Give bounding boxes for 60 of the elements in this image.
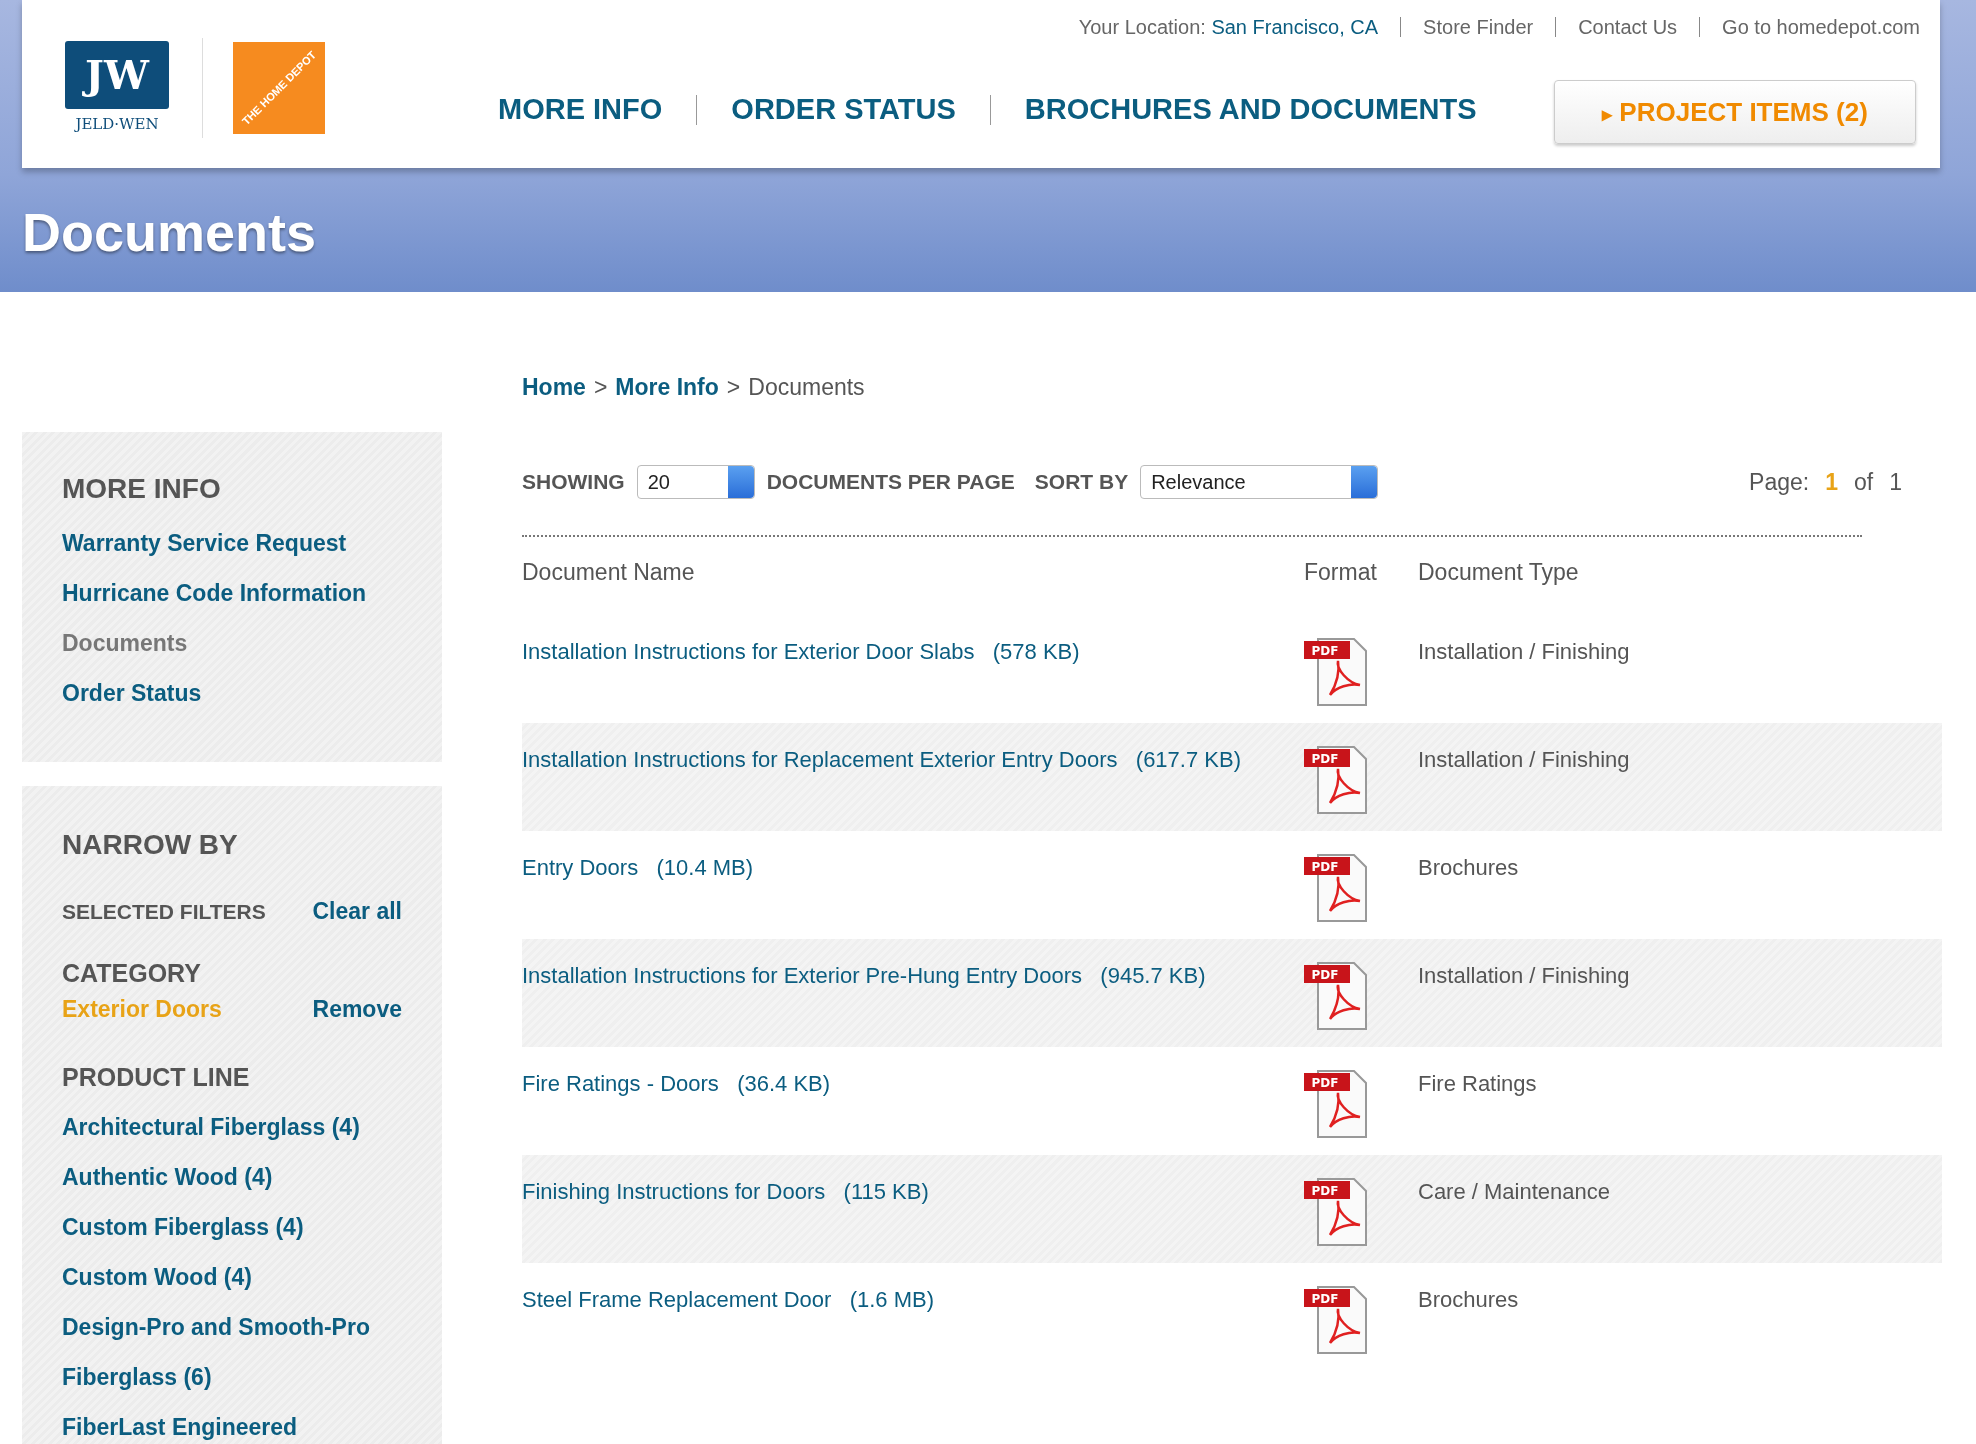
- sidebar-heading: MORE INFO: [62, 472, 222, 506]
- toolbar-label: SHOWING: [522, 469, 625, 495]
- top-link[interactable]: Contact Us: [1578, 12, 1678, 42]
- filter-link[interactable]: Authentic Wood (4): [62, 1152, 402, 1202]
- document-link[interactable]: Steel Frame Replacement Door (1.6 MB): [522, 1287, 935, 1312]
- page-title: Documents: [22, 205, 317, 259]
- filter-label: SELECTED FILTERS: [62, 898, 266, 925]
- clear-all-link[interactable]: Clear all: [312, 894, 402, 929]
- sidebar-heading: NARROW BY: [62, 828, 239, 862]
- location-link[interactable]: San Francisco, CA: [1211, 16, 1379, 38]
- breadcrumb-current: Documents: [748, 373, 865, 402]
- document-type: Brochures: [1418, 1286, 1519, 1314]
- document-link[interactable]: Finishing Instructions for Doors (115 KB): [522, 1179, 929, 1204]
- filter-heading: CATEGORY: [62, 957, 202, 989]
- sidebar-link[interactable]: Hurricane Code Information: [62, 568, 402, 618]
- toolbar-label: DOCUMENTS PER PAGE: [766, 469, 1015, 495]
- document-type: Installation / Finishing: [1418, 746, 1630, 774]
- document-type: Fire Ratings: [1418, 1070, 1537, 1098]
- document-link[interactable]: Installation Instructions for Replacement Exterior Entry Doors (617.7 KB): [522, 747, 1241, 772]
- nav-link[interactable]: BROCHURES AND DOCUMENTS: [1024, 88, 1477, 132]
- filter-link[interactable]: Architectural Fiberglass (4): [62, 1102, 402, 1152]
- nav-link[interactable]: MORE INFO: [498, 88, 663, 132]
- sidebar-link[interactable]: Order Status: [62, 668, 402, 718]
- page-label: of: [1854, 467, 1874, 497]
- document-link[interactable]: Installation Instructions for Exterior Door Slabs (578 KB): [522, 639, 1080, 664]
- page-label: Page:: [1749, 467, 1810, 497]
- filter-link[interactable]: Custom Wood (4): [62, 1252, 402, 1302]
- filter-heading: PRODUCT LINE: [62, 1061, 251, 1093]
- document-type: Installation / Finishing: [1418, 638, 1630, 666]
- top-link[interactable]: Store Finder: [1423, 12, 1534, 42]
- toolbar-label: SORT BY: [1034, 469, 1129, 495]
- column-header: Document Type: [1418, 558, 1579, 587]
- document-link[interactable]: Fire Ratings - Doors (36.4 KB): [522, 1071, 831, 1096]
- column-header: Document Name: [522, 558, 696, 587]
- sidebar-item-current[interactable]: Documents: [62, 618, 402, 668]
- filter-link[interactable]: Custom Fiberglass (4): [62, 1202, 402, 1252]
- per-page-select[interactable]: 20: [636, 464, 755, 499]
- remove-link[interactable]: Remove: [312, 992, 402, 1027]
- filter-link[interactable]: FiberLast Engineered: [62, 1402, 402, 1444]
- breadcrumb-separator: >: [726, 373, 741, 402]
- document-link[interactable]: Installation Instructions for Exterior Pre-Hung Entry Doors (945.7 KB): [522, 963, 1206, 988]
- top-link[interactable]: Go to homedepot.com: [1722, 12, 1920, 42]
- document-type: Care / Maintenance: [1418, 1178, 1610, 1206]
- breadcrumb-separator: >: [593, 373, 608, 402]
- column-header: Format: [1304, 558, 1378, 587]
- sidebar-link[interactable]: Warranty Service Request: [62, 518, 402, 568]
- filter-link[interactable]: Design-Pro and Smooth-Pro: [62, 1302, 402, 1352]
- nav-link[interactable]: ORDER STATUS: [731, 88, 956, 132]
- page-label: 1: [1889, 467, 1902, 497]
- breadcrumb-link[interactable]: Home: [522, 370, 586, 405]
- document-type: Installation / Finishing: [1418, 962, 1630, 990]
- sort-select[interactable]: Relevance: [1140, 464, 1379, 499]
- document-type: Brochures: [1418, 854, 1519, 882]
- caret-icon: ▸: [1602, 102, 1613, 125]
- filter-link[interactable]: Fiberglass (6): [62, 1352, 402, 1402]
- breadcrumb-link[interactable]: More Info: [615, 370, 719, 405]
- document-link[interactable]: Entry Doors (10.4 MB): [522, 855, 754, 880]
- current-page: 1: [1825, 467, 1838, 497]
- location-text: Your Location: San Francisco, CA: [1078, 15, 1379, 40]
- selected-filter: Exterior Doors: [62, 995, 222, 1024]
